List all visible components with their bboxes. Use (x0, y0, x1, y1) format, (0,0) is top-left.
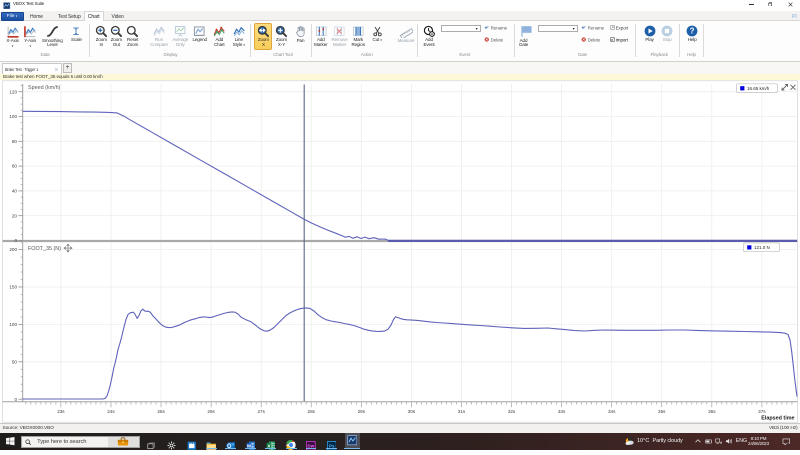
svg-text:20: 20 (12, 213, 18, 218)
svg-text:16.65 km/h: 16.65 km/h (747, 86, 770, 91)
svg-text:121.0 N: 121.0 N (754, 245, 770, 250)
svg-text:200: 200 (9, 247, 17, 252)
svg-text:33s: 33s (558, 409, 566, 414)
svg-text:120: 120 (9, 89, 17, 94)
svg-text:23s: 23s (57, 409, 65, 414)
svg-text:30s: 30s (408, 409, 416, 414)
svg-text:?: ? (690, 27, 695, 36)
svg-text:26s: 26s (207, 409, 215, 414)
svg-text:Elapsed time: Elapsed time (761, 416, 794, 422)
svg-text:40: 40 (12, 189, 18, 194)
svg-text:50: 50 (12, 359, 18, 364)
svg-text:24s: 24s (107, 409, 115, 414)
svg-text:35s: 35s (658, 409, 666, 414)
svg-text:29s: 29s (358, 409, 366, 414)
svg-text:31s: 31s (458, 409, 466, 414)
svg-text:100: 100 (9, 114, 17, 119)
svg-text:27s: 27s (257, 409, 265, 414)
svg-text:28s: 28s (308, 409, 316, 414)
svg-text:0: 0 (14, 397, 17, 402)
svg-text:80: 80 (12, 139, 18, 144)
svg-text:36s: 36s (708, 409, 716, 414)
svg-text:34s: 34s (608, 409, 616, 414)
svg-text:150: 150 (9, 285, 17, 290)
svg-text:100: 100 (9, 322, 17, 327)
svg-text:Speed (km/h): Speed (km/h) (28, 85, 61, 91)
svg-text:37s: 37s (758, 409, 766, 414)
svg-text:FOOT_35 (N): FOOT_35 (N) (28, 246, 61, 252)
svg-text:0: 0 (14, 238, 17, 243)
svg-text:60: 60 (12, 164, 18, 169)
svg-text:25s: 25s (157, 409, 165, 414)
svg-text:32s: 32s (508, 409, 516, 414)
